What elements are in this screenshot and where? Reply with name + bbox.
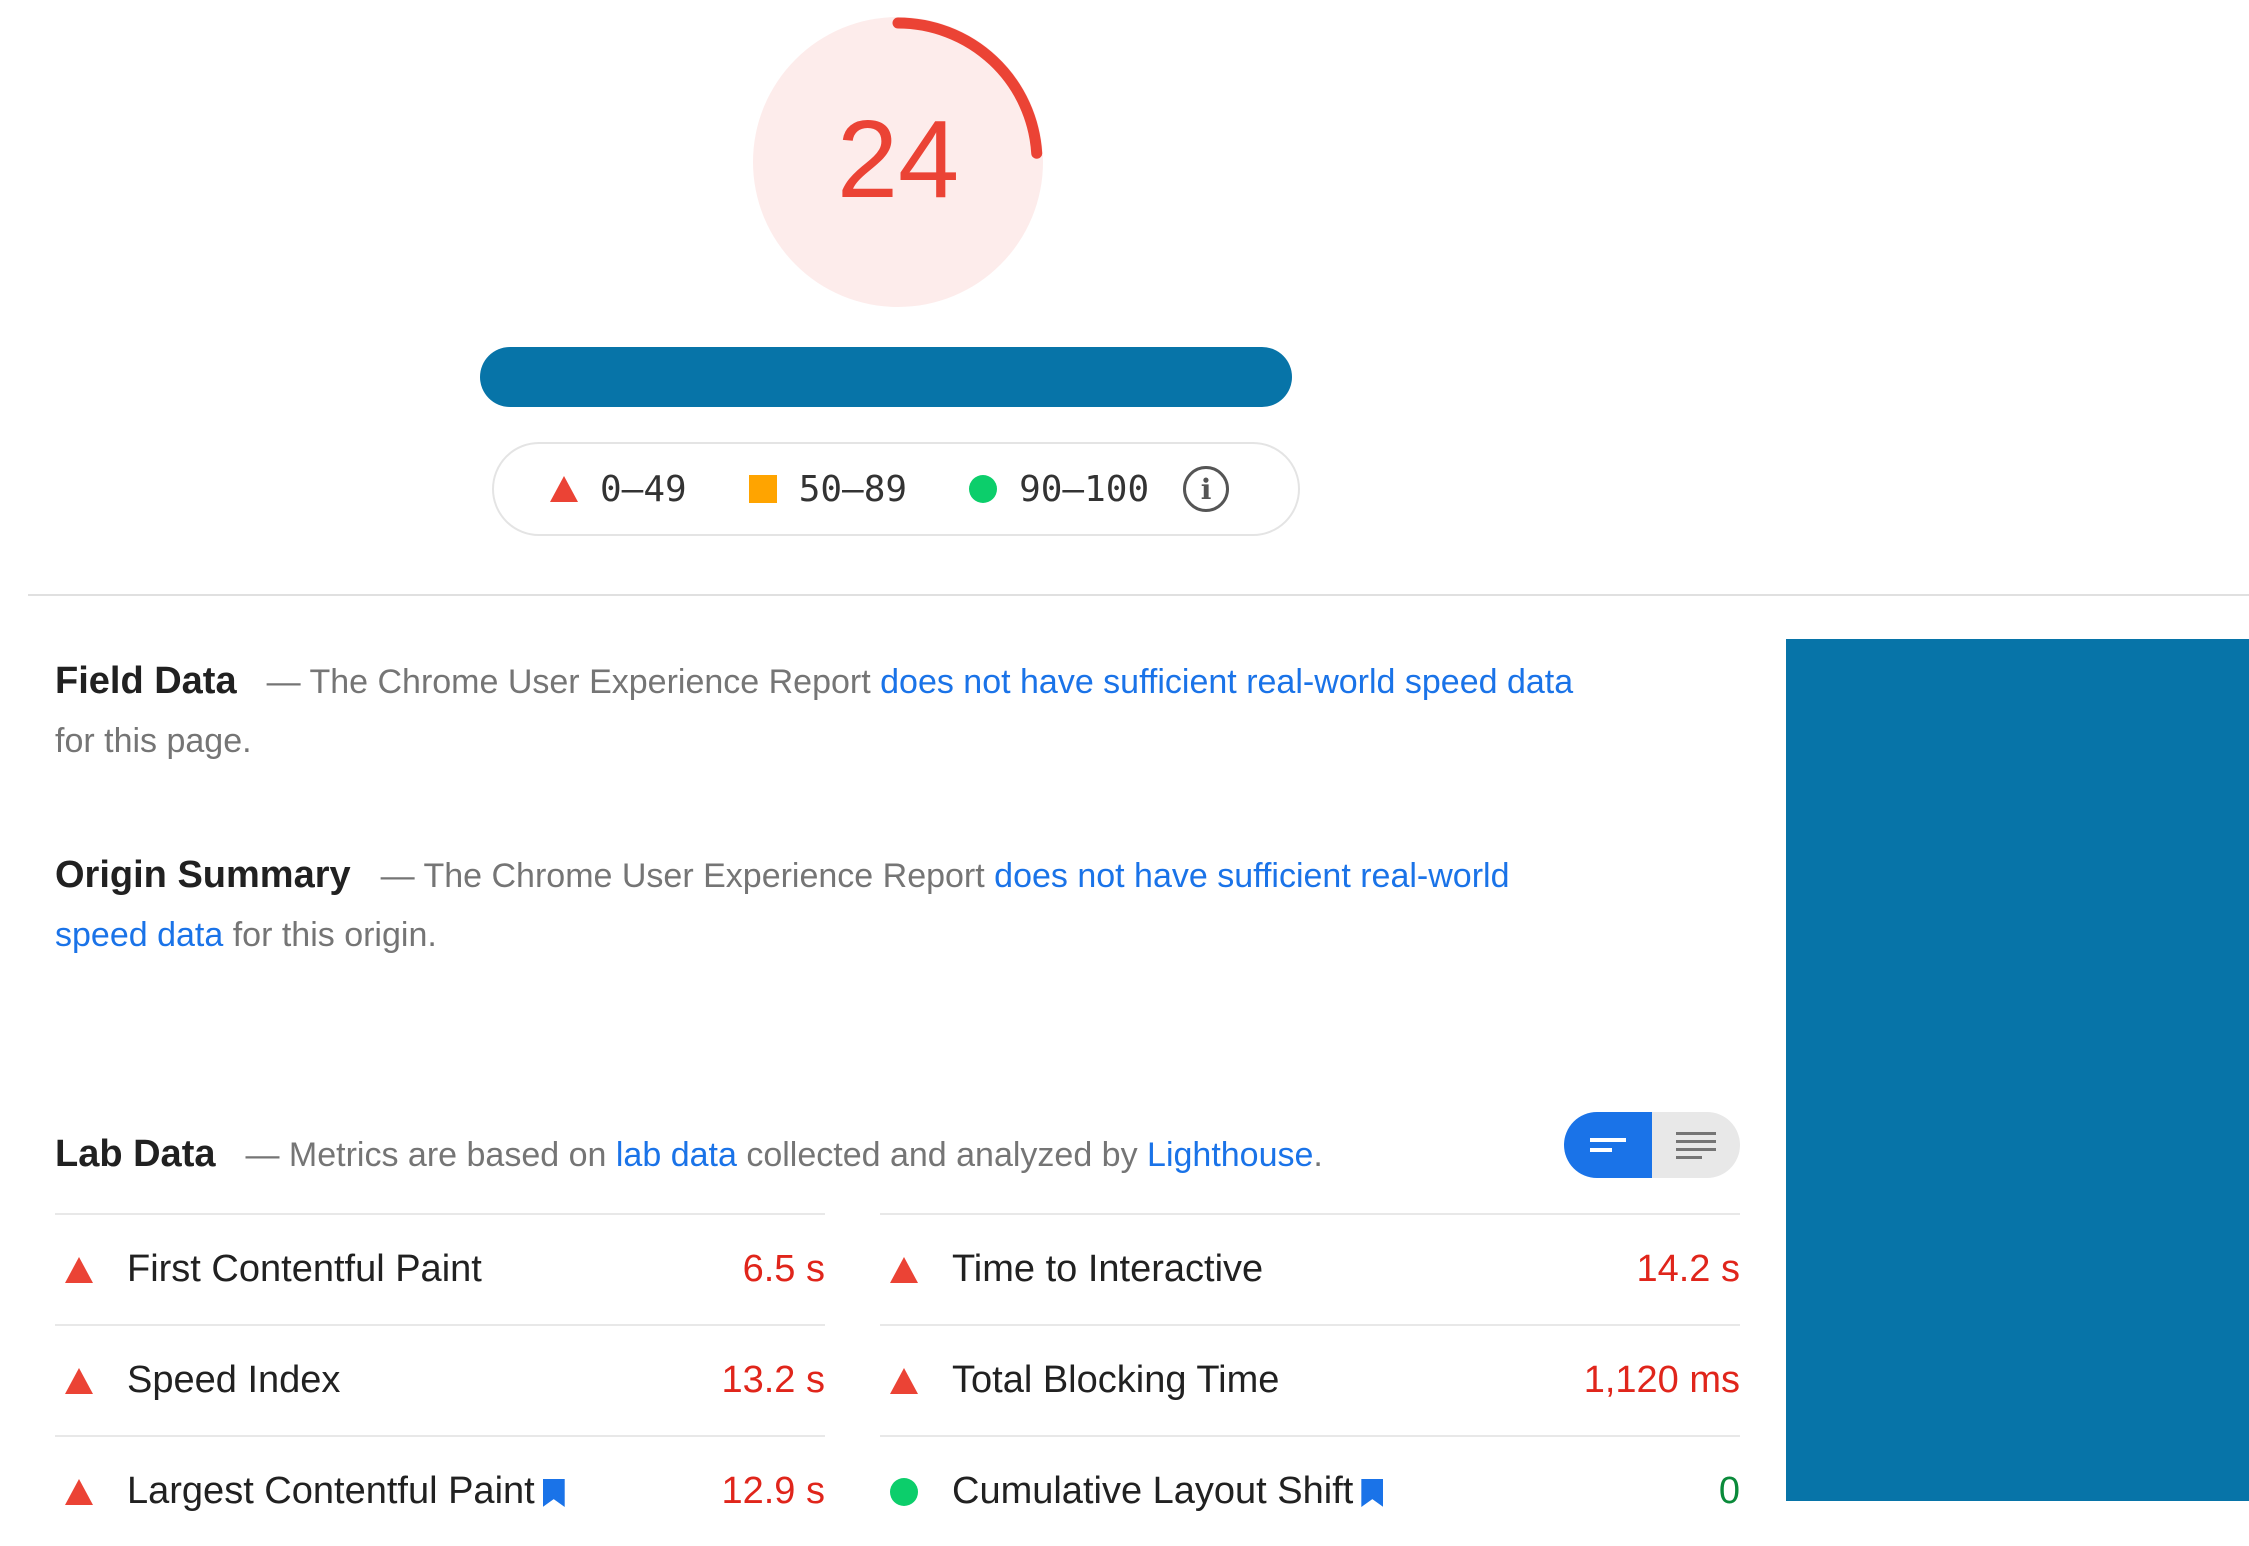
legend-label: 0–49 (600, 468, 687, 510)
lab-data-link[interactable]: lab data (616, 1136, 737, 1174)
legend-label: 50–89 (798, 468, 908, 510)
metrics-column-left: First Contentful Paint 6.5 s Speed Index… (55, 1213, 825, 1546)
metric-label-wrap: Largest Contentful Paint (127, 1470, 721, 1513)
expanded-view-button[interactable] (1652, 1112, 1740, 1178)
compact-view-icon (1590, 1138, 1626, 1152)
lab-data-section: Lab Data — Metrics are based on lab data … (55, 1125, 1595, 1185)
field-data-heading: Field Data (55, 660, 237, 702)
fail-triangle-icon (890, 1256, 918, 1283)
metric-label-wrap: Cumulative Layout Shift (952, 1470, 1719, 1513)
metric-value: 13.2 s (721, 1359, 825, 1401)
metric-value: 0 (1718, 1470, 1740, 1512)
metric-row: Time to Interactive 14.2 s (880, 1213, 1740, 1324)
pass-circle-icon (890, 1477, 918, 1506)
score-legend: 0–49 50–89 90–100 i (492, 442, 1300, 536)
field-data-suffix: for this page. (55, 722, 252, 760)
metric-row: First Contentful Paint 6.5 s (55, 1213, 825, 1324)
bookmark-icon (1361, 1478, 1384, 1507)
metric-row: Total Blocking Time 1,120 ms (880, 1324, 1740, 1435)
performance-score: 24 (836, 98, 960, 221)
metric-label: Total Blocking Time (952, 1359, 1280, 1401)
metric-value: 14.2 s (1636, 1248, 1740, 1290)
lighthouse-link[interactable]: Lighthouse (1147, 1136, 1313, 1174)
field-data-prefix: — The Chrome User Experience Report (266, 663, 881, 701)
redaction-bar (480, 347, 1292, 407)
metric-row: Speed Index 13.2 s (55, 1324, 825, 1435)
origin-summary-section: Origin Summary — The Chrome User Experien… (55, 846, 1595, 965)
fail-triangle-icon (65, 1478, 93, 1505)
field-data-section: Field Data — The Chrome User Experience R… (55, 652, 1595, 771)
fail-triangle-icon (65, 1256, 93, 1283)
metric-label: Largest Contentful Paint (127, 1470, 535, 1512)
section-divider (28, 594, 2249, 596)
lab-data-middle: collected and analyzed by (736, 1136, 1148, 1174)
lab-data-suffix: . (1313, 1136, 1323, 1174)
origin-summary-prefix: — The Chrome User Experience Report (380, 857, 995, 895)
info-icon[interactable]: i (1183, 466, 1230, 512)
expanded-view-icon (1676, 1132, 1716, 1159)
legend-label: 90–100 (1019, 468, 1150, 510)
metric-label: Time to Interactive (952, 1248, 1264, 1290)
lab-data-prefix: — Metrics are based on (245, 1136, 616, 1174)
fail-triangle-icon (890, 1367, 918, 1394)
compact-view-button[interactable] (1564, 1112, 1652, 1178)
lab-data-heading: Lab Data (55, 1133, 216, 1175)
metric-value: 12.9 s (721, 1470, 825, 1512)
metric-value: 1,120 ms (1583, 1359, 1740, 1401)
orange-square-icon (748, 475, 777, 503)
bookmark-icon (542, 1478, 565, 1507)
red-triangle-icon (550, 476, 578, 502)
metric-label: Cumulative Layout Shift (952, 1470, 1354, 1512)
legend-item-average: 50–89 (748, 468, 908, 510)
origin-summary-heading: Origin Summary (55, 854, 351, 896)
metric-row: Cumulative Layout Shift 0 (880, 1435, 1740, 1546)
metric-label: First Contentful Paint (127, 1248, 482, 1290)
legend-item-pass: 90–100 (969, 469, 1149, 510)
green-circle-icon (969, 475, 998, 503)
origin-summary-suffix: for this origin. (223, 916, 437, 954)
redaction-block (1786, 639, 2249, 1501)
fail-triangle-icon (65, 1367, 93, 1394)
metric-value: 6.5 s (742, 1248, 825, 1290)
field-data-link[interactable]: does not have sufficient real-world spee… (880, 663, 1573, 701)
metric-label: Speed Index (127, 1359, 341, 1401)
legend-item-fail: 0–49 (550, 469, 687, 510)
metrics-column-right: Time to Interactive 14.2 s Total Blockin… (880, 1213, 1740, 1546)
metrics-view-toggle (1564, 1112, 1740, 1178)
metric-row: Largest Contentful Paint 12.9 s (55, 1435, 825, 1546)
